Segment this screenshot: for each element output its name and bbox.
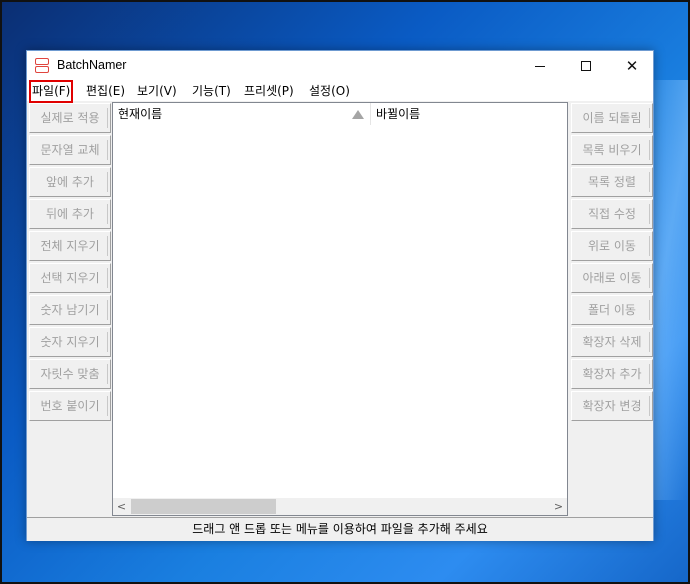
prepend-button[interactable]: 앞에 추가 <box>29 167 111 197</box>
status-text: 드래그 앤 드롭 또는 메뉴를 이용하여 파일을 추가해 주세요 <box>192 522 488 536</box>
keep-numbers-button[interactable]: 숫자 남기기 <box>29 295 111 325</box>
move-down-button[interactable]: 아래로 이동 <box>571 263 653 293</box>
minimize-button[interactable] <box>517 51 563 81</box>
right-action-panel: 이름 되돌림 목록 비우기 목록 정렬 직접 수정 위로 이동 아래로 이동 폴… <box>571 103 653 423</box>
column-current-name-label: 현재이름 <box>118 107 163 121</box>
sort-up-icon <box>352 110 364 119</box>
status-bar: 드래그 앤 드롭 또는 메뉴를 이용하여 파일을 추가해 주세요 <box>27 517 653 541</box>
list-header: 현재이름 바뀔이름 <box>113 103 567 125</box>
column-current-name[interactable]: 현재이름 <box>113 103 371 125</box>
column-new-name[interactable]: 바뀔이름 <box>371 103 567 125</box>
scroll-right-icon[interactable]: > <box>550 498 567 515</box>
maximize-button[interactable] <box>563 51 609 81</box>
close-icon: ✕ <box>625 57 639 75</box>
edit-directly-button[interactable]: 직접 수정 <box>571 199 653 229</box>
add-extension-button[interactable]: 확장자 추가 <box>571 359 653 389</box>
menu-tools[interactable]: 기능(T) <box>192 83 231 100</box>
clear-selection-button[interactable]: 선택 지우기 <box>29 263 111 293</box>
sort-list-button[interactable]: 목록 정렬 <box>571 167 653 197</box>
minimize-icon <box>535 65 545 67</box>
replace-string-button[interactable]: 문자열 교체 <box>29 135 111 165</box>
menu-settings[interactable]: 설정(O) <box>309 83 350 100</box>
pad-digits-button[interactable]: 자릿수 맞춤 <box>29 359 111 389</box>
title-bar[interactable]: BatchNamer ✕ <box>27 51 653 81</box>
menu-view[interactable]: 보기(V) <box>137 83 177 100</box>
move-up-button[interactable]: 위로 이동 <box>571 231 653 261</box>
undo-rename-button[interactable]: 이름 되돌림 <box>571 103 653 133</box>
apply-button[interactable]: 실제로 적용 <box>29 103 111 133</box>
clear-list-button[interactable]: 목록 비우기 <box>571 135 653 165</box>
batchnamer-window: BatchNamer ✕ 파일(F) 편집(E) 보기(V) 기능(T) 프리셋… <box>26 50 654 541</box>
window-title: BatchNamer <box>57 58 127 72</box>
menu-file[interactable]: 파일(F) <box>28 80 74 103</box>
batchnamer-app-icon <box>35 58 49 74</box>
delete-extension-button[interactable]: 확장자 삭제 <box>571 327 653 357</box>
menu-edit[interactable]: 편집(E) <box>86 83 125 100</box>
scroll-thumb[interactable] <box>131 499 276 514</box>
add-numbering-button[interactable]: 번호 붙이기 <box>29 391 111 421</box>
clear-all-button[interactable]: 전체 지우기 <box>29 231 111 261</box>
remove-numbers-button[interactable]: 숫자 지우기 <box>29 327 111 357</box>
left-action-panel: 실제로 적용 문자열 교체 앞에 추가 뒤에 추가 전체 지우기 선택 지우기 … <box>29 103 111 423</box>
change-extension-button[interactable]: 확장자 변경 <box>571 391 653 421</box>
append-button[interactable]: 뒤에 추가 <box>29 199 111 229</box>
scroll-left-icon[interactable]: < <box>113 498 130 515</box>
move-folder-button[interactable]: 폴더 이동 <box>571 295 653 325</box>
file-list[interactable]: 현재이름 바뀔이름 < > <box>112 102 568 516</box>
menu-bar: 파일(F) 편집(E) 보기(V) 기능(T) 프리셋(P) 설정(O) <box>27 80 653 103</box>
horizontal-scrollbar[interactable]: < > <box>113 498 567 515</box>
maximize-icon <box>581 61 591 71</box>
column-new-name-label: 바뀔이름 <box>376 107 421 121</box>
close-button[interactable]: ✕ <box>609 51 655 81</box>
menu-presets[interactable]: 프리셋(P) <box>244 83 294 100</box>
